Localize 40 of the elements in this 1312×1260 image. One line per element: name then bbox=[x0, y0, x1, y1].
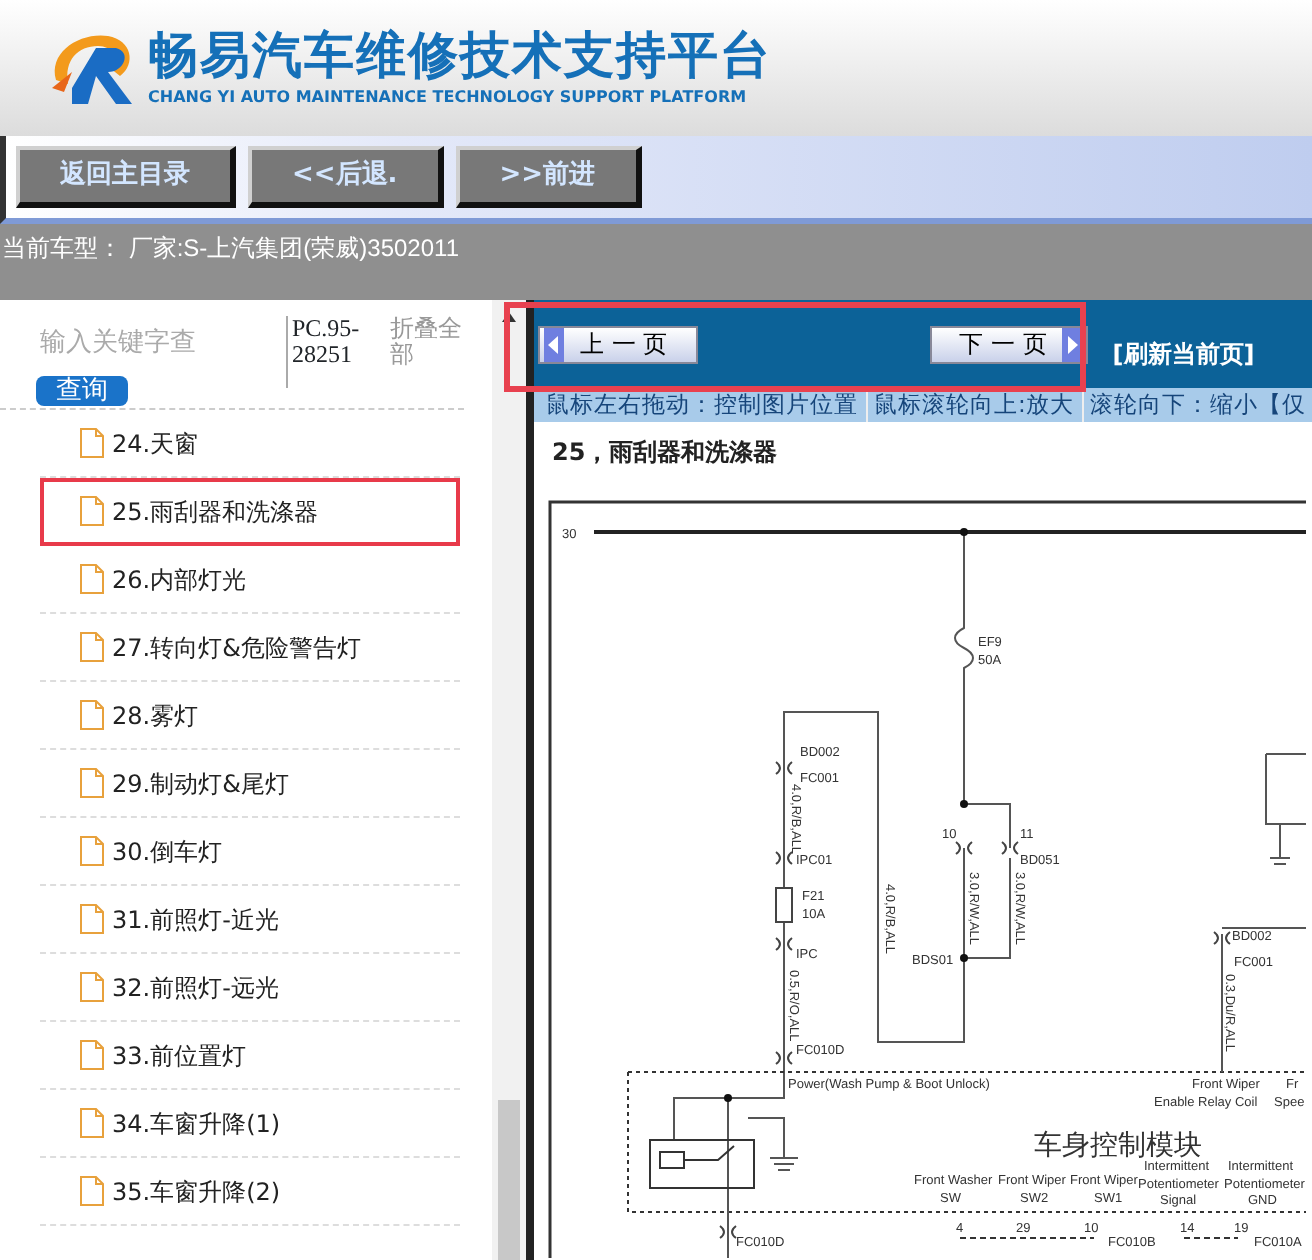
page-title: 25，雨刮器和洗涤器 bbox=[550, 436, 780, 470]
sidebar-item[interactable]: 30.倒车灯 bbox=[40, 818, 460, 886]
hint-text: 鼠标滚轮向上:放大 bbox=[866, 388, 1074, 422]
sidebar-item[interactable]: 29.制动灯&尾灯 bbox=[40, 750, 460, 818]
file-icon bbox=[80, 836, 104, 866]
app-subtitle: CHANG YI AUTO MAINTENANCE TECHNOLOGY SUPPORT PLATFORM bbox=[148, 90, 749, 106]
file-icon bbox=[80, 700, 104, 730]
sidebar-item[interactable]: 31.前照灯-近光 bbox=[40, 886, 460, 954]
file-icon bbox=[80, 768, 104, 798]
scrollbar[interactable] bbox=[492, 300, 526, 1260]
file-icon bbox=[80, 904, 104, 934]
file-icon bbox=[80, 1108, 104, 1138]
sidebar-item[interactable]: 35.车窗升降(2) bbox=[40, 1158, 460, 1226]
sidebar-item[interactable]: 24.天窗 bbox=[40, 410, 460, 478]
sidebar-item[interactable]: 32.前照灯-远光 bbox=[40, 954, 460, 1022]
sidebar-item[interactable]: 33.前位置灯 bbox=[40, 1022, 460, 1090]
sidebar-item[interactable]: 34.车窗升降(1) bbox=[40, 1090, 460, 1158]
hint-text: 鼠标左右拖动：控制图片位置 bbox=[546, 388, 858, 422]
file-icon bbox=[80, 1176, 104, 1206]
hint-text: 滚轮向下：缩小【仅 bbox=[1081, 388, 1306, 422]
scroll-up-icon[interactable] bbox=[502, 312, 516, 322]
scrollbar-thumb[interactable] bbox=[498, 1100, 520, 1260]
sidebar-item[interactable]: 28.雾灯 bbox=[40, 682, 460, 750]
code-text: PC.95-28251 bbox=[286, 316, 383, 388]
previous-page-button[interactable]: 上 一 页 bbox=[538, 325, 698, 363]
file-icon bbox=[80, 564, 104, 594]
search-button[interactable]: 查询 bbox=[36, 376, 128, 406]
sidebar-item[interactable]: 26.内部灯光 bbox=[40, 546, 460, 614]
file-icon bbox=[80, 496, 104, 526]
next-page-button[interactable]: 下 一 页 bbox=[929, 325, 1089, 363]
sidebar-item[interactable]: 25.雨刮器和洗涤器 bbox=[40, 478, 460, 546]
current-model-text: 当前车型： 厂家:S-上汽集团(荣威)3502011 bbox=[0, 224, 1312, 300]
file-icon bbox=[80, 632, 104, 662]
diagram-label: 车身控制模块 bbox=[1034, 1130, 1202, 1162]
app-title: 畅易汽车维修技术支持平台 bbox=[148, 30, 772, 80]
file-icon bbox=[80, 428, 104, 458]
file-icon bbox=[80, 972, 104, 1002]
file-icon bbox=[80, 1040, 104, 1070]
refresh-page-link[interactable]: [刷新当前页] bbox=[1112, 336, 1255, 372]
sidebar-item[interactable]: 27.转向灯&危险警告灯 bbox=[40, 614, 460, 682]
